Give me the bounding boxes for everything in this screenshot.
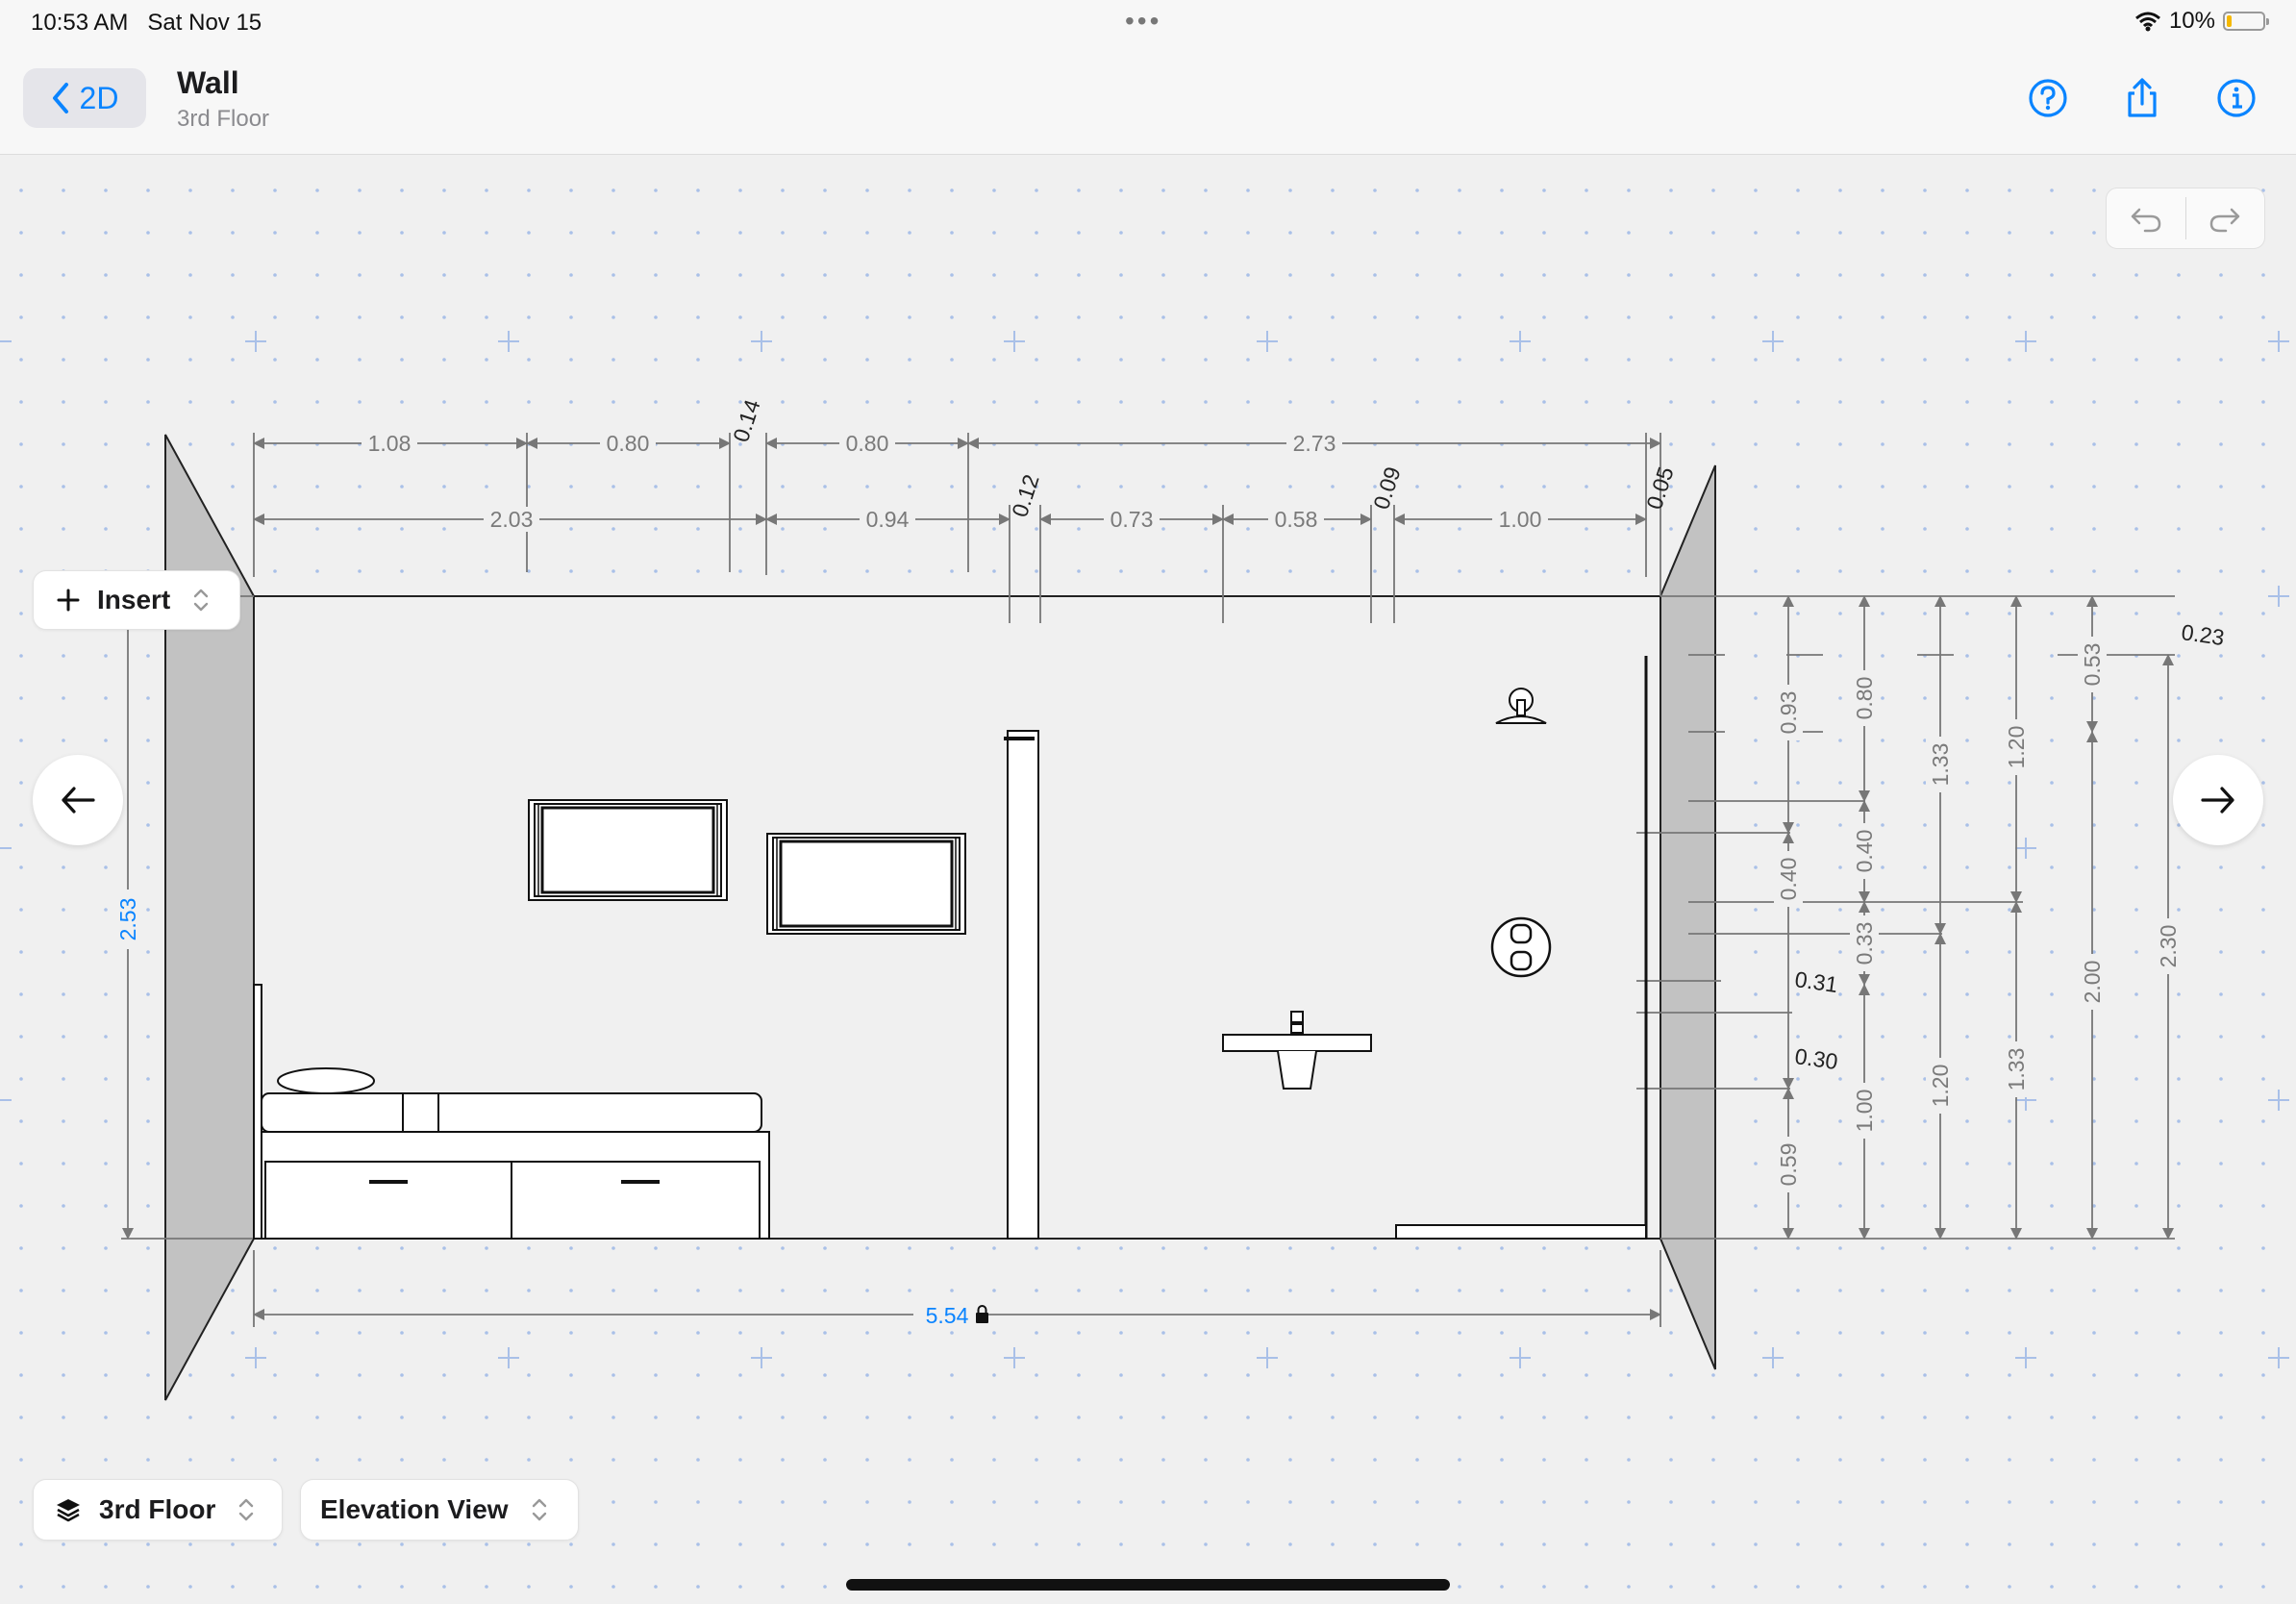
- status-right: 10%: [2134, 8, 2269, 35]
- dim-mid-7[interactable]: 1.00: [1499, 507, 1542, 532]
- dim-wall-height[interactable]: 2.53: [115, 898, 140, 941]
- back-label: 2D: [79, 80, 119, 115]
- redo-button[interactable]: [2186, 188, 2265, 248]
- status-time: 10:53 AM Sat Nov 15: [31, 10, 262, 36]
- dim-mid-5[interactable]: 0.58: [1275, 507, 1318, 532]
- chevron-up-down-icon: [532, 1498, 546, 1521]
- floor-label: 3rd Floor: [99, 1494, 216, 1524]
- arrow-right-icon: [2201, 787, 2234, 814]
- next-wall-button[interactable]: [2173, 755, 2263, 845]
- view-selector[interactable]: Elevation View: [300, 1479, 579, 1541]
- dim-right-5b[interactable]: 2.00: [2080, 961, 2105, 1004]
- home-indicator[interactable]: [846, 1579, 1450, 1591]
- undo-redo-group: [2106, 188, 2265, 249]
- dim-right-4a[interactable]: 1.20: [2004, 726, 2029, 769]
- insert-label: Insert: [97, 585, 171, 614]
- dim-right-4b[interactable]: 1.33: [2004, 1048, 2029, 1091]
- undo-button[interactable]: [2107, 188, 2185, 248]
- multitask-dots[interactable]: •••: [1125, 8, 1161, 35]
- battery-icon: [2223, 12, 2269, 31]
- dim-top-1[interactable]: 1.08: [368, 431, 412, 456]
- dim-top-2[interactable]: 0.80: [607, 431, 650, 456]
- window-1[interactable]: [528, 799, 728, 901]
- previous-wall-button[interactable]: [33, 755, 123, 845]
- insert-button[interactable]: Insert: [33, 570, 240, 630]
- floor-mat[interactable]: [1395, 1224, 1647, 1240]
- help-icon[interactable]: [2027, 77, 2069, 119]
- dim-right-1b[interactable]: 0.40: [1776, 858, 1801, 901]
- share-icon[interactable]: [2121, 77, 2163, 119]
- elevation-drawing[interactable]: 1.08 0.80 0.14 0.80 2.73 2.03 0.94 0.12 …: [0, 155, 2296, 1604]
- window-2[interactable]: [766, 833, 966, 935]
- dim-mid-4[interactable]: 0.73: [1111, 507, 1154, 532]
- dim-right-1a[interactable]: 0.93: [1776, 691, 1801, 735]
- status-bar: 10:53 AM Sat Nov 15 ••• 10%: [0, 0, 2296, 44]
- view-label: Elevation View: [320, 1494, 509, 1524]
- dim-right-6[interactable]: 2.30: [2156, 925, 2181, 968]
- elevation-canvas[interactable]: 1.08 0.80 0.14 0.80 2.73 2.03 0.94 0.12 …: [0, 155, 2296, 1604]
- dim-right-5a[interactable]: 0.53: [2080, 643, 2105, 687]
- dim-right-2c[interactable]: 0.33: [1852, 922, 1877, 965]
- dim-mid-2[interactable]: 0.94: [866, 507, 910, 532]
- dim-right-2d[interactable]: 1.00: [1852, 1090, 1877, 1133]
- dim-top-5[interactable]: 2.73: [1293, 431, 1336, 456]
- dim-right-3a[interactable]: 1.33: [1928, 743, 1953, 787]
- chevron-up-down-icon: [194, 589, 209, 612]
- chevron-left-icon: [52, 83, 68, 113]
- chevron-up-down-icon: [239, 1498, 254, 1521]
- floor-selector[interactable]: 3rd Floor: [33, 1479, 283, 1541]
- power-outlet[interactable]: [1490, 916, 1552, 978]
- door-frame[interactable]: [1004, 730, 1039, 1240]
- battery-percent: 10%: [2168, 8, 2215, 34]
- dim-top-4[interactable]: 0.80: [846, 431, 889, 456]
- dim-right-1c[interactable]: 0.59: [1776, 1143, 1801, 1187]
- layers-icon: [57, 1499, 80, 1522]
- dim-right-2a[interactable]: 0.80: [1852, 677, 1877, 720]
- dim-wall-width[interactable]: 5.54: [926, 1303, 969, 1328]
- info-icon[interactable]: [2215, 77, 2258, 119]
- back-button[interactable]: 2D: [23, 68, 146, 128]
- plus-icon: [57, 589, 80, 612]
- wifi-icon: [2134, 12, 2160, 32]
- dim-right-2b[interactable]: 0.40: [1852, 830, 1877, 873]
- dim-right-3b[interactable]: 1.20: [1928, 1065, 1953, 1108]
- dim-mid-1[interactable]: 2.03: [490, 507, 534, 532]
- undo-icon: [2131, 208, 2160, 233]
- page-subtitle: 3rd Floor: [177, 106, 270, 132]
- navigation-bar: 2D Wall 3rd Floor: [0, 44, 2296, 155]
- right-wall-section: [1660, 464, 1716, 1370]
- page-title: Wall: [177, 65, 239, 100]
- arrow-left-icon: [62, 787, 95, 814]
- redo-icon: [2210, 208, 2240, 233]
